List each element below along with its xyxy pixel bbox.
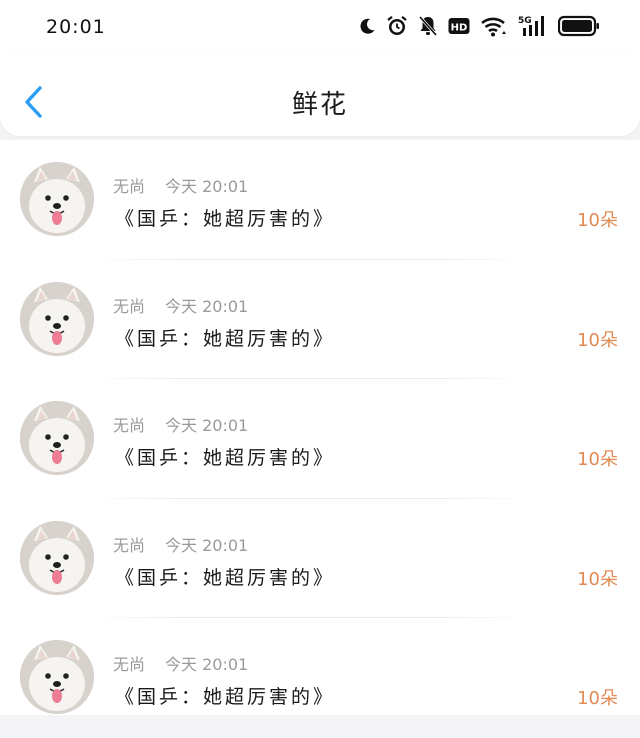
navigation-header: 鲜花 <box>0 56 640 136</box>
record-meta: 无尚 今天 20:01 <box>113 293 248 317</box>
list-item[interactable]: 无尚 今天 20:01 《国乒：她超厉害的》 10朵 <box>0 379 640 499</box>
record-time: 今天 20:01 <box>165 655 249 674</box>
record-meta: 无尚 今天 20:01 <box>113 651 248 675</box>
samoyed-dog-avatar-icon <box>20 401 94 475</box>
record-time: 今天 20:01 <box>165 416 249 435</box>
sender-name: 无尚 <box>113 296 146 316</box>
avatar <box>20 520 94 595</box>
samoyed-dog-avatar-icon <box>20 520 94 595</box>
moon-icon <box>358 17 376 35</box>
flower-count: 10朵 <box>577 688 618 709</box>
record-time: 今天 20:01 <box>165 177 249 196</box>
sender-name: 无尚 <box>113 416 146 435</box>
sender-name: 无尚 <box>113 177 146 196</box>
flower-count: 10朵 <box>577 449 618 470</box>
avatar <box>20 281 94 356</box>
avatar <box>20 401 94 475</box>
record-meta: 无尚 今天 20:01 <box>113 412 248 436</box>
status-time: 20:01 <box>46 16 106 38</box>
samoyed-dog-avatar-icon <box>20 162 94 236</box>
alarm-icon <box>386 15 408 37</box>
list-item[interactable]: 无尚 今天 20:01 《国乒：她超厉害的》 10朵 <box>0 499 640 618</box>
list-item[interactable]: 无尚 今天 20:01 《国乒：她超厉害的》 10朵 <box>0 618 640 738</box>
samoyed-dog-avatar-icon <box>20 281 94 356</box>
avatar <box>20 640 94 714</box>
work-title: 《国乒：她超厉害的》 <box>115 327 336 350</box>
list-item[interactable]: 无尚 今天 20:01 《国乒：她超厉害的》 10朵 <box>0 260 640 379</box>
work-title: 《国乒：她超厉害的》 <box>115 566 336 589</box>
work-title: 《国乒：她超厉害的》 <box>115 447 336 469</box>
status-bar: 20:01 HD 5G <box>0 0 640 56</box>
battery-icon <box>558 15 600 37</box>
work-title: 《国乒：她超厉害的》 <box>115 686 336 708</box>
wifi-icon <box>480 15 508 37</box>
hd-label: HD <box>451 23 468 34</box>
network-label: 5G <box>518 16 532 26</box>
page-title: 鲜花 <box>291 90 348 120</box>
record-meta: 无尚 今天 20:01 <box>113 532 248 556</box>
hd-icon: HD <box>448 17 470 35</box>
list-item[interactable]: 无尚 今天 20:01 《国乒：她超厉害的》 10朵 <box>0 140 640 260</box>
work-title: 《国乒：她超厉害的》 <box>115 208 336 230</box>
sender-name: 无尚 <box>113 535 146 555</box>
flower-count: 10朵 <box>577 329 618 351</box>
flower-count: 10朵 <box>577 210 618 231</box>
flower-record-list: 无尚 今天 20:01 《国乒：她超厉害的》 10朵 无尚 今天 20:01 《… <box>0 140 640 715</box>
samoyed-dog-avatar-icon <box>20 640 94 714</box>
record-time: 今天 20:01 <box>165 296 249 316</box>
record-meta: 无尚 今天 20:01 <box>113 173 248 197</box>
avatar <box>20 162 94 236</box>
sender-name: 无尚 <box>113 655 146 674</box>
status-icons: HD 5G <box>358 14 600 38</box>
bell-mute-icon <box>418 15 438 37</box>
record-time: 今天 20:01 <box>165 535 249 555</box>
flower-count: 10朵 <box>577 568 618 590</box>
signal-5g-icon: 5G <box>518 14 548 38</box>
